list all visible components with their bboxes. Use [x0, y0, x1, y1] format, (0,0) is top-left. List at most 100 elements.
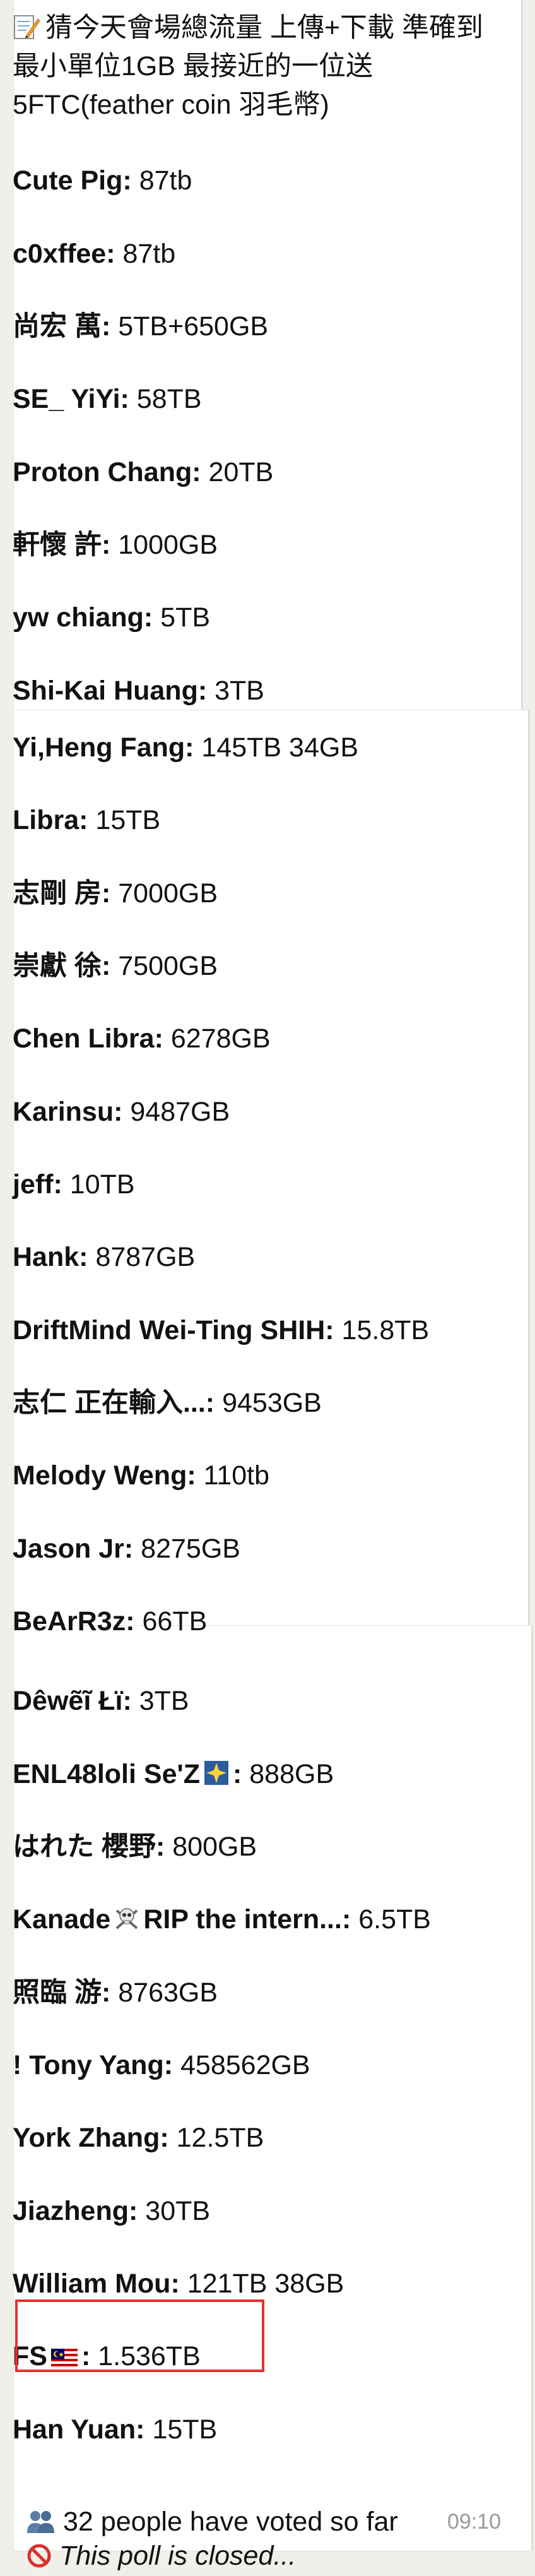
prohibited-icon — [26, 2543, 52, 2576]
entry-name: BeArR3z — [13, 1606, 126, 1637]
poll-entry: 軒懷 許: 1000GB — [13, 528, 218, 561]
entry-value: 87tb — [122, 239, 176, 269]
entry-value: 12.5TB — [176, 2123, 264, 2153]
poll-entry: SE_ YiYi: 58TB — [13, 383, 202, 415]
entry-separator: : — [143, 602, 161, 633]
entry-separator: : — [124, 1534, 141, 1564]
sparkle-image-icon — [204, 1760, 229, 1793]
entry-name: Jason Jr — [13, 1534, 124, 1564]
entry-name: ! Tony Yang — [13, 2050, 164, 2080]
entry-separator: : — [192, 457, 209, 487]
entry-value: 30TB — [145, 2196, 211, 2226]
entry-name: 志剛 房 — [13, 878, 102, 909]
poll-entry: 崇獻 徐: 7500GB — [13, 950, 218, 982]
entry-separator: : — [185, 732, 202, 763]
poll-entry: c0xffee: 87tb — [13, 237, 175, 270]
entry-separator: : — [341, 1904, 359, 1935]
poll-entry: jeff: 10TB — [13, 1168, 135, 1201]
entry-value: 145TB 34GB — [201, 732, 359, 763]
entry-name: 志仁 正在輸入... — [13, 1388, 206, 1418]
poll-entry: はれた 櫻野: 800GB — [13, 1830, 257, 1863]
entry-separator: : — [122, 165, 139, 196]
poll-entry: Yi,Heng Fang: 145TB 34GB — [13, 731, 358, 764]
poll-entry: 尚宏 萬: 5TB+650GB — [13, 310, 268, 343]
entry-separator: : — [101, 311, 119, 342]
poll-entry: Jason Jr: 8275GB — [13, 1532, 240, 1565]
entry-value: 8275GB — [141, 1534, 240, 1564]
entry-value: 58TB — [136, 384, 202, 414]
closed-text: This poll is closed... — [59, 2541, 297, 2571]
entry-name: 照臨 游 — [13, 1977, 102, 2008]
entry-name: SE_ YiYi — [13, 384, 121, 414]
entry-separator: : — [129, 2196, 146, 2226]
entry-value: 121TB 38GB — [187, 2269, 344, 2299]
entry-name: Yi,Heng Fang — [13, 732, 185, 763]
poll-entry: 志剛 房: 7000GB — [13, 877, 218, 910]
entry-separator: : — [170, 2269, 187, 2299]
entry-value: 20TB — [208, 457, 274, 487]
entry-value: 7500GB — [118, 951, 218, 981]
entry-separator: : — [114, 1097, 131, 1127]
poll-title: 猜今天會場總流量 上傳+下載 準確到最小單位1GB 最接近的一位送5FTC(fe… — [13, 9, 492, 124]
entry-value: 458562GB — [180, 2050, 310, 2080]
entry-separator: : — [154, 1023, 171, 1054]
poll-entry: Libra: 15TB — [13, 804, 160, 837]
entry-name: Proton Chang — [13, 457, 192, 487]
entry-separator: : — [101, 1977, 119, 2008]
poll-entry: York Zhang: 12.5TB — [13, 2121, 264, 2154]
entry-separator: : — [79, 1242, 96, 1272]
entry-value: 6278GB — [170, 1023, 271, 1054]
entry-value: 15TB — [152, 2414, 218, 2445]
entry-separator: : — [325, 1315, 342, 1345]
entry-name: William Mou — [13, 2269, 171, 2299]
timestamp: 09:10 — [447, 2510, 501, 2534]
poll-entry: Hank: 8787GB — [13, 1241, 195, 1273]
poll-entry: 志仁 正在輸入...: 9453GB — [13, 1386, 322, 1419]
entry-separator: : — [126, 1606, 143, 1637]
poll-entry: ! Tony Yang: 458562GB — [13, 2049, 310, 2082]
entry-value: 10TB — [69, 1169, 135, 1200]
highlight-box — [15, 2299, 264, 2372]
entry-separator: : — [160, 2123, 177, 2153]
skull-crossbones-icon — [114, 1905, 139, 1938]
entry-name: はれた 櫻野 — [13, 1832, 156, 1862]
entry-value: 110tb — [203, 1460, 270, 1491]
poll-entry: Shi-Kai Huang: 3TB — [13, 674, 264, 707]
entry-value: 15.8TB — [341, 1315, 430, 1345]
entry-value: 888GB — [249, 1759, 334, 1789]
entry-name: Karinsu — [13, 1097, 114, 1127]
entry-name: 尚宏 萬 — [13, 311, 102, 342]
poll-entry: Kanade RIP the intern...: 6.5TB — [13, 1903, 431, 1938]
entry-separator: : — [155, 1832, 173, 1862]
vote-count-line: 32 people have voted so far — [26, 2505, 398, 2542]
entry-value: 7000GB — [118, 878, 218, 909]
entry-separator: : — [79, 805, 96, 835]
entry-value: 8787GB — [95, 1242, 196, 1272]
entry-name: Shi-Kai Huang — [13, 676, 198, 706]
entry-separator: : — [120, 384, 137, 414]
entry-name: c0xffee — [13, 239, 107, 269]
entry-value: 5TB+650GB — [118, 311, 269, 342]
entry-separator: : — [101, 530, 119, 560]
poll-entry: Han Yuan: 15TB — [13, 2413, 217, 2446]
entry-value: 3TB — [215, 676, 264, 706]
poll-entry: Proton Chang: 20TB — [13, 456, 273, 489]
entry-value: 15TB — [95, 805, 161, 835]
entry-value: 9487GB — [130, 1097, 230, 1127]
poll-entry: ENL48loli Se'Z: 888GB — [13, 1758, 334, 1793]
entry-value: 6.5TB — [358, 1904, 431, 1935]
entry-separator: : — [101, 878, 119, 909]
poll-entry: DriftMind Wei-Ting SHIH: 15.8TB — [13, 1314, 429, 1347]
entry-name: Libra — [13, 805, 79, 835]
entry-separator: : — [163, 2050, 180, 2080]
entry-name: DriftMind Wei-Ting SHIH — [13, 1315, 326, 1345]
entry-separator: : — [122, 1686, 139, 1716]
vote-count-text: 32 people have voted so far — [63, 2507, 398, 2537]
entry-value: 3TB — [139, 1686, 189, 1716]
entry-separator: : — [53, 1169, 70, 1200]
poll-entry: Karinsu: 9487GB — [13, 1095, 230, 1128]
poll-title-text: 猜今天會場總流量 上傳+下載 準確到最小單位1GB 最接近的一位送5FTC(fe… — [13, 13, 484, 120]
entry-value: 66TB — [142, 1606, 208, 1637]
entry-name: Jiazheng — [13, 2196, 129, 2226]
poll-entry: Cute Pig: 87tb — [13, 164, 192, 197]
